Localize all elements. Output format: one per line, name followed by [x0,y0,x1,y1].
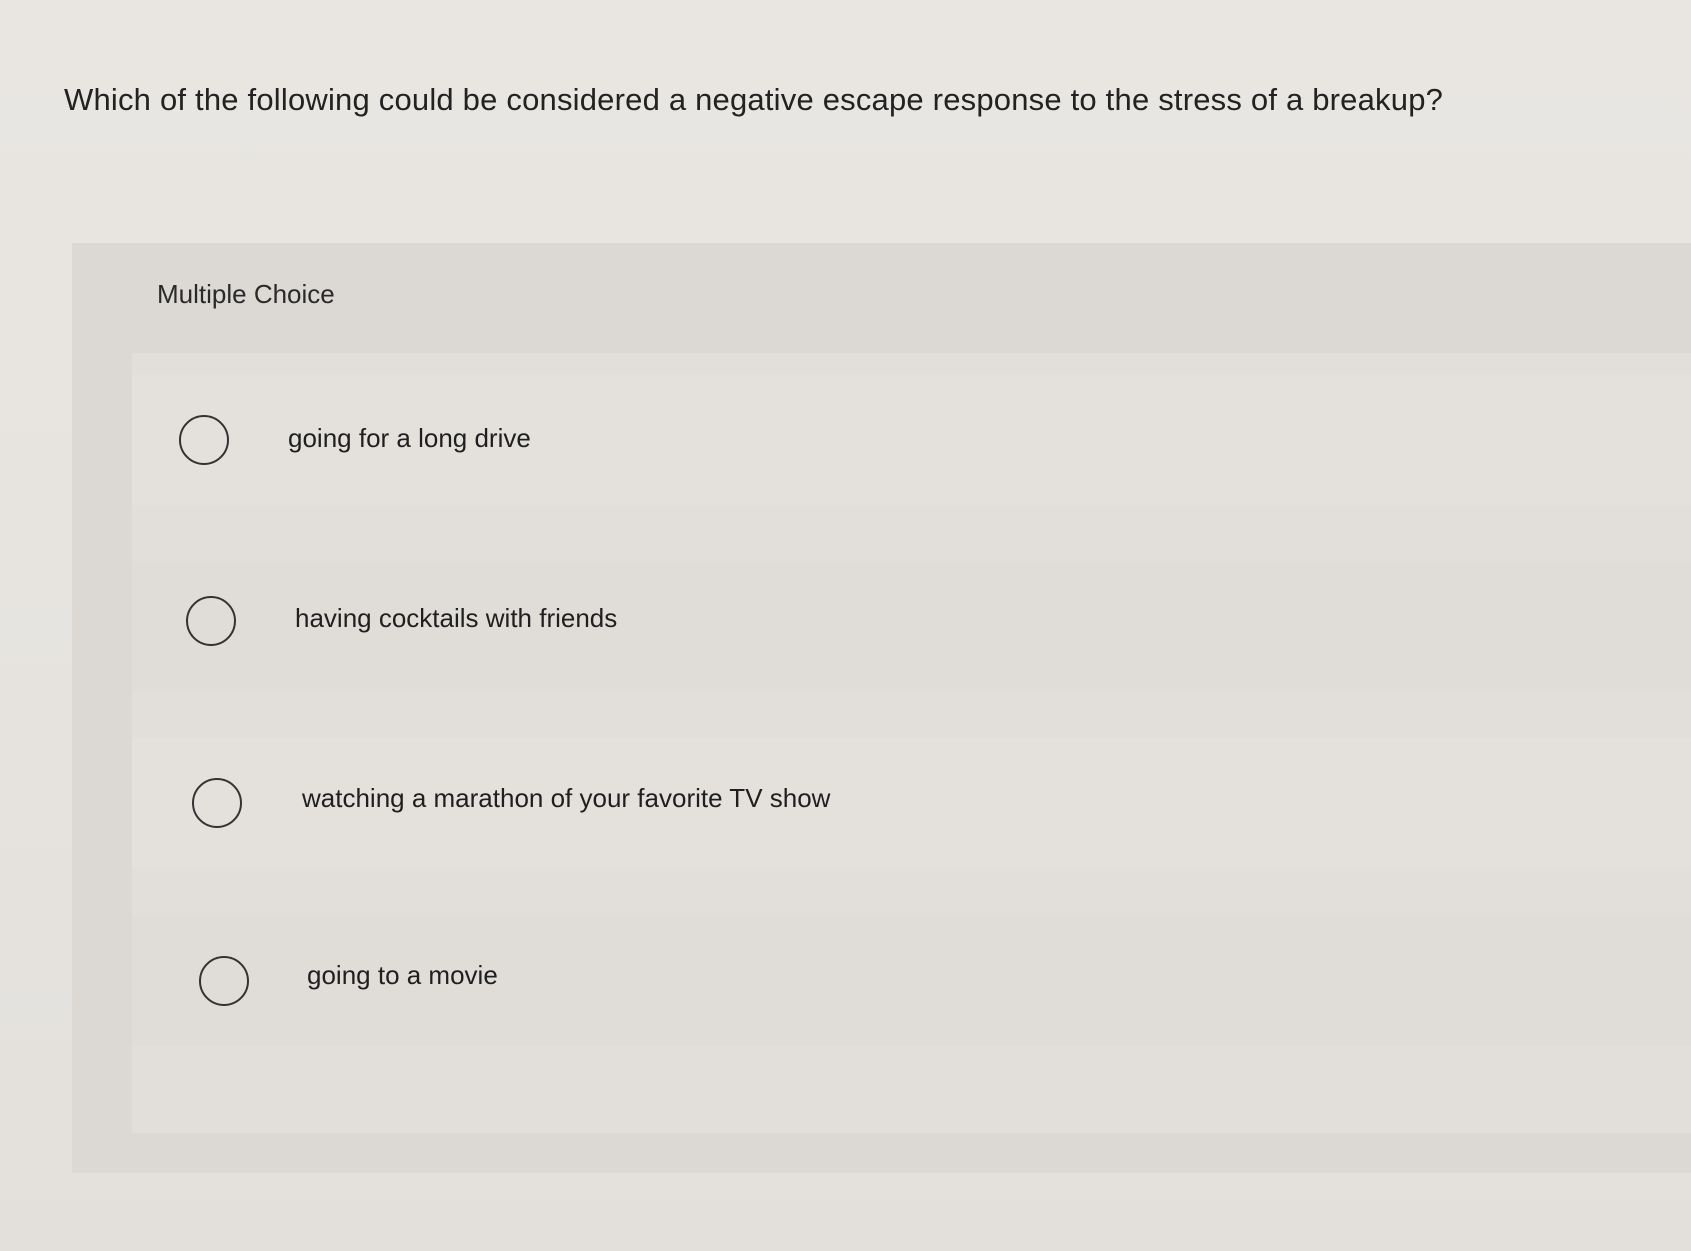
option-1-label[interactable]: going for a long drive [288,423,531,454]
option-2-label[interactable]: having cocktails with friends [295,603,617,634]
multiple-choice-heading: Multiple Choice [157,279,335,309]
option-2[interactable]: having cocktails with friends [132,561,1691,691]
radio-button-3[interactable] [192,778,242,828]
options-list: going for a long drive having cocktails … [132,353,1691,1133]
multiple-choice-panel: Multiple Choice going for a long drive h… [72,243,1691,1173]
option-4-label[interactable]: going to a movie [307,960,498,991]
radio-button-1[interactable] [179,415,229,465]
option-1[interactable]: going for a long drive [132,375,1691,505]
radio-button-2[interactable] [186,596,236,646]
quiz-page: Which of the following could be consider… [0,0,1691,1251]
radio-button-4[interactable] [199,956,249,1006]
option-4[interactable]: going to a movie [132,916,1691,1046]
question-text: Which of the following could be consider… [64,82,1444,117]
option-3-label[interactable]: watching a marathon of your favorite TV … [302,783,830,814]
option-3[interactable]: watching a marathon of your favorite TV … [132,738,1691,868]
